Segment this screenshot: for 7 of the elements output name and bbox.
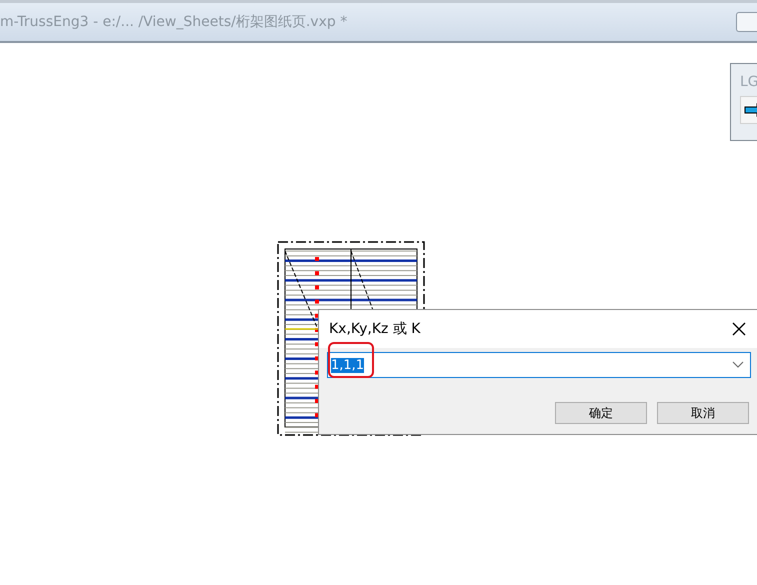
window-title: m-TrussEng3 - e:/... /View_Sheets/桁架图纸页.vxp * — [0, 13, 348, 31]
dialog-title: Kx,Ky,Kz 或 K — [329, 320, 420, 338]
title-bar-button[interactable] — [736, 12, 757, 32]
ok-button[interactable]: 确定 — [555, 402, 647, 424]
value-combo-box[interactable]: 1,1,1 — [327, 352, 751, 378]
chevron-down-icon — [732, 361, 744, 369]
cancel-button[interactable]: 取消 — [657, 402, 749, 424]
